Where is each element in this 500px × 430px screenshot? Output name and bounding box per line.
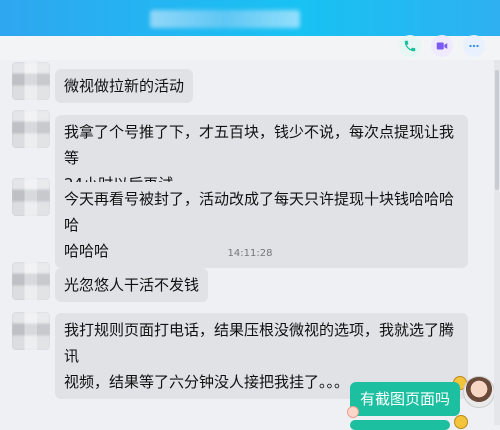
message-text-line: 我拿了个号推了下，才五百块，钱少不说，每次点提现让我等: [64, 123, 455, 167]
scrollbar-thumb[interactable]: [495, 70, 499, 190]
phone-call-button[interactable]: [399, 35, 421, 57]
video-call-icon: [436, 42, 448, 50]
self-avatar[interactable]: [463, 376, 495, 408]
message-text-line: 我打规则页面打电话，结果压根没微视的选项，我就选了腾讯: [64, 321, 455, 365]
message-text: 光忽悠人干活不发钱: [64, 276, 200, 294]
phone-icon: [404, 40, 416, 52]
message-text: 微视做拉新的活动: [64, 77, 185, 95]
outgoing-message-bubble-partial: [350, 420, 450, 430]
reaction-icon: [347, 406, 359, 418]
chat-toolbar: [0, 35, 500, 60]
avatar[interactable]: [12, 110, 50, 148]
chat-scrollbar[interactable]: [494, 60, 500, 425]
more-icon: [469, 44, 479, 48]
message-bubble: 微视做拉新的活动: [55, 69, 194, 103]
more-button[interactable]: [463, 35, 485, 57]
reaction-emoji-icon: [454, 415, 468, 429]
avatar[interactable]: [12, 262, 50, 300]
avatar[interactable]: [12, 312, 50, 350]
message-list[interactable]: 微视做拉新的活动 我拿了个号推了下，才五百块，钱少不说，每次点提现让我等 24小…: [0, 60, 500, 430]
title-bar: [0, 0, 500, 36]
avatar[interactable]: [12, 178, 50, 216]
message-timestamp: 14:11:28: [227, 248, 273, 259]
avatar[interactable]: [12, 62, 50, 100]
outgoing-message-bubble: 有截图页面吗: [350, 382, 461, 416]
chat-title-redacted: [150, 10, 300, 28]
message-bubble: 光忽悠人干活不发钱: [55, 268, 209, 302]
video-call-button[interactable]: [431, 35, 453, 57]
message-text: 有截图页面吗: [360, 390, 451, 408]
message-text-line: 今天再看号被封了，活动改成了每天只许提现十块钱哈哈哈哈: [64, 190, 455, 234]
